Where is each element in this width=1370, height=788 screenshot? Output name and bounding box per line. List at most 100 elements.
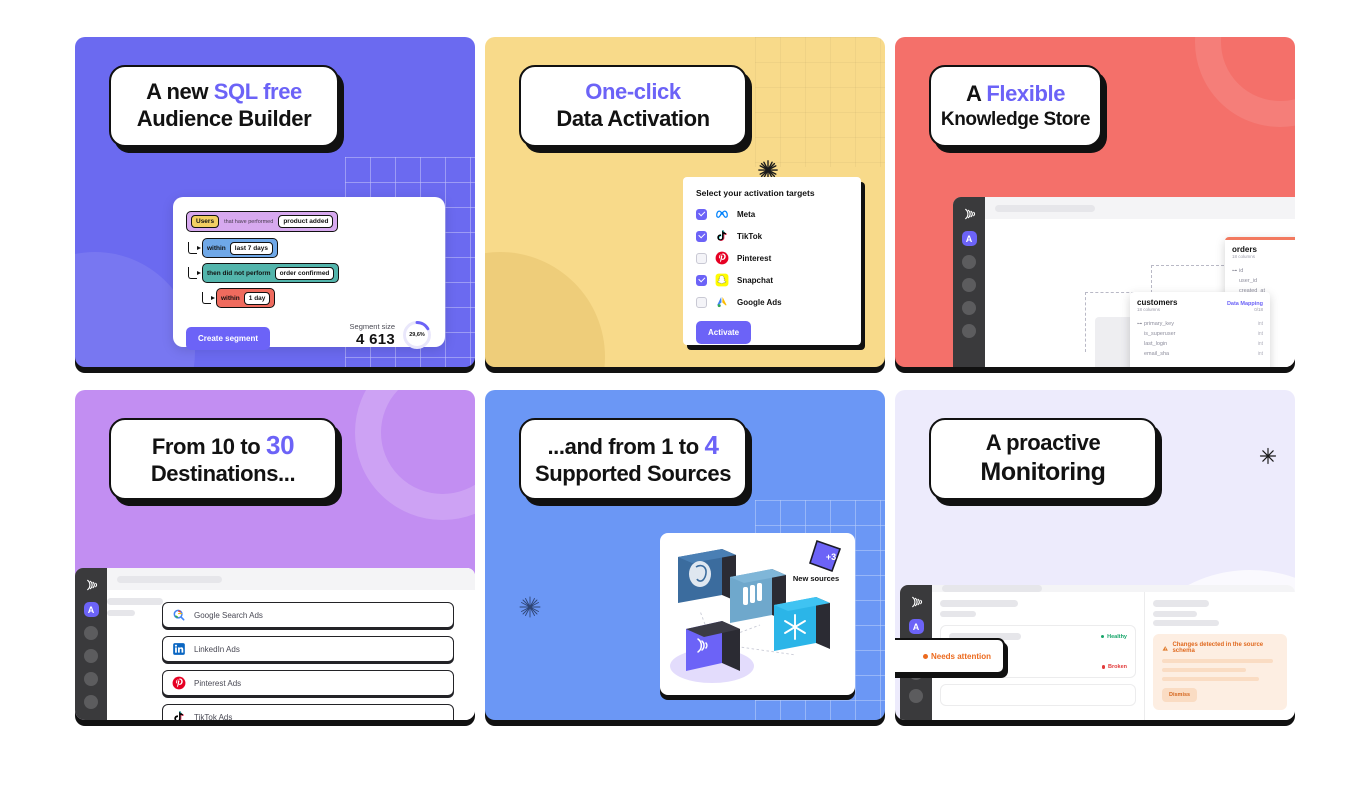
pinterest-icon <box>172 676 186 690</box>
headline-line-1: A proactive <box>985 430 1101 456</box>
create-segment-button[interactable]: Create segment <box>186 327 271 350</box>
status-dot <box>1101 665 1106 669</box>
rule-value[interactable]: order confirmed <box>274 266 335 280</box>
status-label: Broken <box>1108 664 1127 670</box>
checkbox-snapchat[interactable] <box>696 274 707 286</box>
checkbox-google-ads[interactable] <box>696 296 707 308</box>
rule-operator: then did not perform <box>207 269 271 277</box>
tree-arrow <box>197 271 201 275</box>
meta-icon <box>716 210 728 218</box>
app-sidebar: A <box>75 568 107 720</box>
headline-line-2: Data Activation <box>556 106 710 131</box>
relation-line <box>1151 265 1229 266</box>
sidebar-nav-item[interactable] <box>962 278 976 292</box>
segment-rule[interactable]: within last 7 days <box>202 238 279 258</box>
segment-rule-row: within 1 day <box>202 288 432 308</box>
avatar[interactable]: A <box>961 231 977 246</box>
skeleton-bar <box>942 585 1042 592</box>
sidebar-nav-item[interactable] <box>962 301 976 315</box>
destination-row[interactable]: Google Search Ads <box>162 602 454 628</box>
sidebar-nav-item[interactable] <box>84 672 98 686</box>
google-search-ads-icon <box>173 609 185 621</box>
activate-button[interactable]: Activate <box>696 321 752 344</box>
column-type: int <box>1257 321 1263 327</box>
rule-value[interactable]: last 7 days <box>229 241 274 255</box>
card-flexible-knowledge-store: A Flexible Knowledge Store A orders 18 c… <box>895 37 1295 367</box>
sidebar-nav-item[interactable] <box>84 695 98 709</box>
activation-target-row[interactable]: TikTok <box>696 229 848 243</box>
knowledge-store-app: A orders 18 columns ⊶ id user_id created… <box>953 197 1295 367</box>
app-logo-icon <box>912 596 923 608</box>
skeleton-bar <box>107 598 163 605</box>
segment-size-metric: Segment size 4 613 <box>350 322 395 348</box>
sidebar-nav-item[interactable] <box>909 689 923 703</box>
column-name: primary_key <box>1144 321 1174 327</box>
headline-line-1: One-click <box>585 79 681 105</box>
avatar[interactable]: A <box>83 602 99 617</box>
segment-rule-row: within last 7 days <box>188 238 432 258</box>
headline-line-1: ...and from 1 to 4 <box>547 429 719 460</box>
destination-row[interactable]: TikTok Ads <box>162 704 454 720</box>
rule-operator: within <box>207 244 226 252</box>
destination-row[interactable]: LinkedIn Ads <box>162 636 454 662</box>
sidebar-nav-item[interactable] <box>84 649 98 663</box>
dismiss-button[interactable]: Dismiss <box>1162 688 1198 702</box>
snapchat-icon <box>715 273 729 287</box>
destination-row[interactable]: Pinterest Ads <box>162 670 454 696</box>
schema-table-customers[interactable]: customers Data Mapping 18 columns 0/18 ⊶… <box>1130 292 1270 367</box>
table-column-count: 18 columns <box>1232 253 1256 259</box>
card-headline: One-click Data Activation <box>519 65 747 147</box>
table-header: orders Data Mapping 18 columns 0/18 <box>1225 240 1295 263</box>
checkbox-pinterest[interactable] <box>696 252 707 264</box>
column-name: email_sha <box>1144 351 1170 357</box>
sidebar-nav-item[interactable] <box>84 626 98 640</box>
table-column-row: is_superuser int <box>1130 329 1270 339</box>
pinterest-icon <box>715 251 729 265</box>
activation-target-row[interactable]: Meta <box>696 207 848 221</box>
headline-line-2: Audience Builder <box>136 106 312 131</box>
activation-target-label: Google Ads <box>737 297 782 307</box>
activation-target-row[interactable]: Snapchat <box>696 273 848 287</box>
card-destinations: From 10 to 30 Destinations... A Google S… <box>75 390 475 720</box>
app-topbar <box>107 568 475 590</box>
card-sql-free-audience-builder: A new SQL free Audience Builder Users th… <box>75 37 475 367</box>
skeleton-bar <box>1162 668 1246 672</box>
checkbox-meta[interactable] <box>696 208 707 220</box>
primary-key-icon: ⊶ <box>1137 321 1142 327</box>
google-ads-icon <box>717 297 727 308</box>
column-type: int <box>1257 331 1263 337</box>
column-type: int <box>1257 351 1263 357</box>
column-type: int <box>1257 341 1263 347</box>
app-topbar <box>932 585 1295 592</box>
segment-condition-band[interactable]: Users that have performed product added <box>186 211 339 232</box>
avatar[interactable]: A <box>908 619 924 634</box>
sparkle-icon <box>519 596 541 618</box>
tree-connector <box>188 267 197 279</box>
segment-rule[interactable]: then did not perform order confirmed <box>202 263 340 283</box>
needs-attention-floating-card[interactable]: Needs attention <box>895 638 1005 674</box>
rule-value[interactable]: 1 day <box>243 291 271 305</box>
monitoring-row[interactable] <box>940 684 1136 706</box>
condition-event[interactable]: product added <box>278 215 334 228</box>
sidebar-nav-item[interactable] <box>962 324 976 338</box>
table-name: orders <box>1232 244 1257 254</box>
headline-line-1: A Flexible <box>965 81 1066 106</box>
status-label: Healthy <box>1107 633 1127 640</box>
snowflake-source-node <box>774 597 830 651</box>
sparkle-icon <box>1259 447 1277 465</box>
relation-line <box>1085 292 1086 352</box>
new-sources-count: +3 <box>825 552 837 562</box>
octolis-source-node <box>670 621 754 683</box>
condition-entity[interactable]: Users <box>191 215 220 228</box>
activation-target-label: TikTok <box>737 231 763 241</box>
segment-rule[interactable]: within 1 day <box>216 288 276 308</box>
activation-target-row[interactable]: Pinterest <box>696 251 848 265</box>
headline-line-1: From 10 to 30 <box>151 429 295 460</box>
card-headline: A Flexible Knowledge Store <box>929 65 1102 147</box>
activation-target-row[interactable]: Google Ads <box>696 295 848 309</box>
sidebar-nav-item[interactable] <box>962 255 976 269</box>
checkbox-tiktok[interactable] <box>696 230 707 242</box>
tiktok-icon <box>174 711 184 720</box>
skeleton-bar <box>940 611 976 617</box>
headline-line-2: Supported Sources <box>534 461 732 487</box>
